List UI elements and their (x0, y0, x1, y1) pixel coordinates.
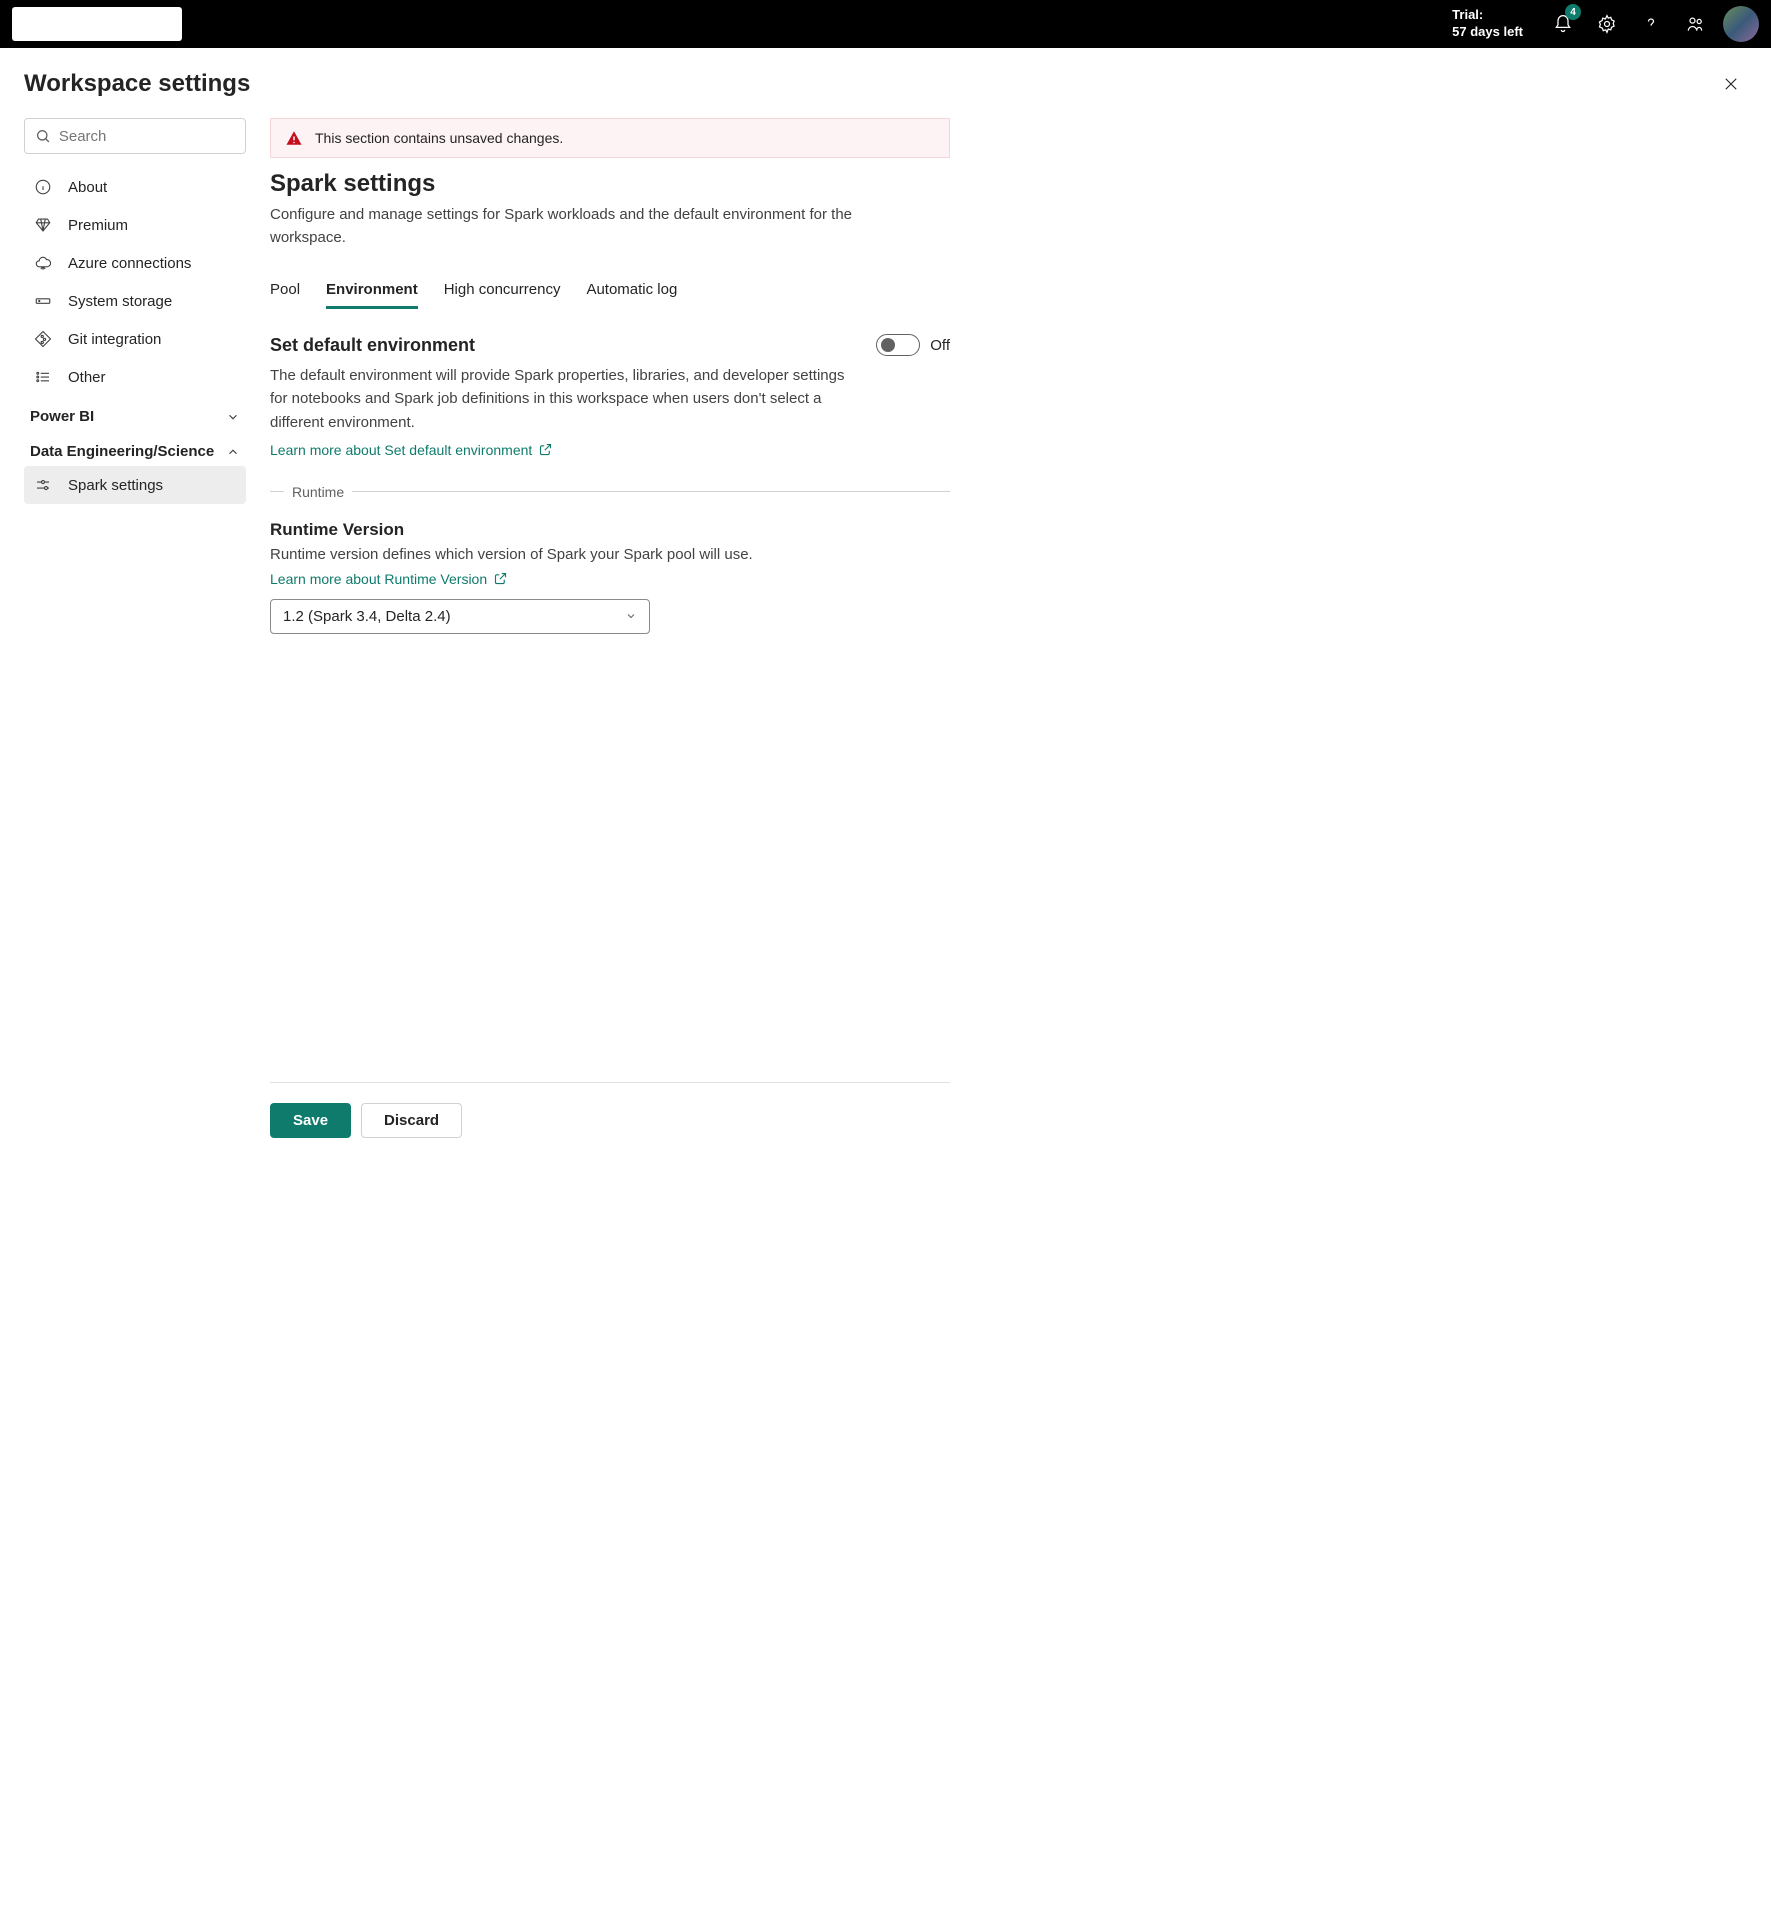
default-env-desc: The default environment will provide Spa… (270, 364, 860, 434)
storage-icon (34, 292, 52, 310)
close-button[interactable] (1715, 68, 1747, 100)
link-text: Learn more about Set default environment (270, 442, 532, 458)
sidebar-item-label: Git integration (68, 331, 161, 348)
select-value: 1.2 (Spark 3.4, Delta 2.4) (283, 608, 451, 625)
search-icon (35, 127, 51, 145)
toggle-state-label: Off (930, 337, 950, 354)
chevron-down-icon (625, 610, 637, 622)
toggle-knob (881, 338, 895, 352)
footer-actions: Save Discard (270, 1083, 950, 1138)
chevron-down-icon (226, 410, 240, 424)
sidebar-item-spark-settings[interactable]: Spark settings (24, 466, 246, 504)
runtime-desc: Runtime version defines which version of… (270, 546, 950, 563)
sidebar-section-label: Data Engineering/Science (30, 443, 214, 460)
git-icon (34, 330, 52, 348)
sidebar-section-powerbi[interactable]: Power BI (24, 396, 246, 431)
runtime-legend: Runtime (270, 484, 950, 500)
sidebar-item-about[interactable]: About (24, 168, 246, 206)
default-env-toggle[interactable] (876, 334, 920, 356)
sidebar-item-label: Other (68, 369, 106, 386)
legend-text: Runtime (292, 484, 344, 500)
default-env-title: Set default environment (270, 335, 876, 356)
brand-logo (12, 7, 182, 41)
save-button[interactable]: Save (270, 1103, 351, 1138)
unsaved-banner: This section contains unsaved changes. (270, 118, 950, 158)
search-box[interactable] (24, 118, 246, 154)
gear-icon (1597, 14, 1617, 34)
notifications-button[interactable]: 4 (1541, 2, 1585, 46)
sidebar-section-label: Power BI (30, 408, 94, 425)
runtime-link[interactable]: Learn more about Runtime Version (270, 571, 950, 587)
settings-button[interactable] (1585, 2, 1629, 46)
warning-icon (285, 129, 303, 147)
sidebar-item-label: About (68, 179, 107, 196)
people-icon (1685, 14, 1705, 34)
notification-badge: 4 (1565, 4, 1581, 20)
sidebar-item-azure-connections[interactable]: Azure connections (24, 244, 246, 282)
default-env-link[interactable]: Learn more about Set default environment (270, 442, 553, 458)
sidebar-item-label: Premium (68, 217, 128, 234)
avatar[interactable] (1723, 6, 1759, 42)
feedback-button[interactable] (1673, 2, 1717, 46)
sidebar-item-git-integration[interactable]: Git integration (24, 320, 246, 358)
banner-text: This section contains unsaved changes. (315, 130, 563, 146)
link-text: Learn more about Runtime Version (270, 571, 487, 587)
sidebar-item-label: Azure connections (68, 255, 191, 272)
sidebar-item-premium[interactable]: Premium (24, 206, 246, 244)
sliders-icon (34, 476, 52, 494)
tab-high-concurrency[interactable]: High concurrency (444, 273, 561, 309)
list-icon (34, 368, 52, 386)
cloud-icon (34, 254, 52, 272)
help-button[interactable] (1629, 2, 1673, 46)
tab-pool[interactable]: Pool (270, 273, 300, 309)
runtime-version-select[interactable]: 1.2 (Spark 3.4, Delta 2.4) (270, 599, 650, 634)
trial-line2: 57 days left (1452, 24, 1523, 41)
trial-line1: Trial: (1452, 7, 1523, 24)
diamond-icon (34, 216, 52, 234)
discard-button[interactable]: Discard (361, 1103, 462, 1138)
external-link-icon (493, 571, 508, 586)
topbar: Trial: 57 days left 4 (0, 0, 1771, 48)
tabs: Pool Environment High concurrency Automa… (270, 273, 950, 310)
sidebar-item-label: Spark settings (68, 477, 163, 494)
sidebar-item-system-storage[interactable]: System storage (24, 282, 246, 320)
trial-status: Trial: 57 days left (1452, 7, 1523, 41)
sidebar-section-data-eng[interactable]: Data Engineering/Science (24, 431, 246, 466)
section-description: Configure and manage settings for Spark … (270, 204, 890, 249)
info-icon (34, 178, 52, 196)
external-link-icon (538, 442, 553, 457)
close-icon (1722, 75, 1740, 93)
sidebar: About Premium Azure connections System s… (24, 118, 246, 1138)
section-title: Spark settings (270, 170, 950, 198)
search-input[interactable] (59, 128, 235, 145)
sidebar-item-label: System storage (68, 293, 172, 310)
question-icon (1641, 14, 1661, 34)
sidebar-item-other[interactable]: Other (24, 358, 246, 396)
runtime-title: Runtime Version (270, 520, 950, 540)
tab-environment[interactable]: Environment (326, 273, 418, 309)
tab-automatic-log[interactable]: Automatic log (586, 273, 677, 309)
page-title: Workspace settings (24, 70, 1715, 98)
chevron-up-icon (226, 445, 240, 459)
main-content: This section contains unsaved changes. S… (270, 118, 950, 1138)
